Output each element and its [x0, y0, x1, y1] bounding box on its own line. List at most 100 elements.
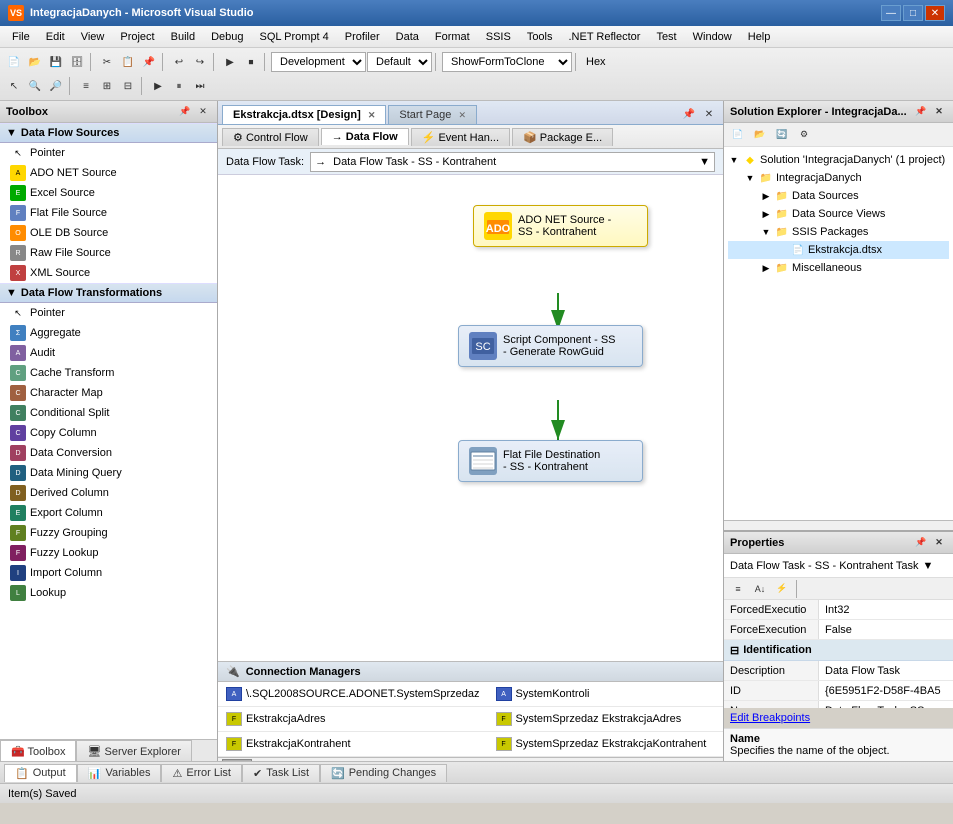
menu-edit[interactable]: Edit: [38, 29, 73, 45]
tab-event-handlers[interactable]: ⚡ Event Han...: [411, 128, 510, 146]
tab-control-flow[interactable]: ⚙ Control Flow: [222, 128, 319, 146]
maximize-button[interactable]: □: [903, 5, 923, 21]
toolbox-section-transforms[interactable]: ▼ Data Flow Transformations: [0, 283, 217, 303]
toolbox-item-datamining[interactable]: D Data Mining Query: [0, 463, 217, 483]
se-refresh-button[interactable]: 🔄: [772, 125, 792, 145]
conn-item-0[interactable]: A \.SQL2008SOURCE.ADONET.SystemSprzedaz: [218, 682, 488, 707]
horizontal-scrollbar[interactable]: [218, 757, 723, 761]
scrollbar-thumb[interactable]: [222, 759, 252, 762]
conn-item-4[interactable]: F EkstrakcjaKontrahent: [218, 732, 488, 757]
doc-tab-startpage-close[interactable]: ✕: [458, 110, 466, 120]
tree-dsviews[interactable]: ▶ 📁 Data Source Views: [728, 205, 949, 223]
toolbox-item-xml[interactable]: X XML Source: [0, 263, 217, 283]
tb-break[interactable]: ⏸: [169, 76, 189, 96]
ssis-expand[interactable]: ▼: [760, 226, 772, 238]
menu-project[interactable]: Project: [112, 29, 162, 45]
toolbox-item-oledb[interactable]: O OLE DB Source: [0, 223, 217, 243]
toolbox-section-sources[interactable]: ▼ Data Flow Sources: [0, 123, 217, 143]
tab-variables[interactable]: 📊 Variables: [77, 764, 162, 782]
tree-project[interactable]: ▼ 📁 IntegracjaDanych: [728, 169, 949, 187]
doc-tab-startpage[interactable]: Start Page ✕: [388, 105, 477, 124]
tab-data-flow[interactable]: → Data Flow: [321, 128, 409, 145]
tb-new[interactable]: 📄: [4, 52, 24, 72]
toolbox-item-ado-net[interactable]: A ADO NET Source: [0, 163, 217, 183]
prop-desc-value[interactable]: Data Flow Task: [819, 661, 953, 680]
menu-netreflector[interactable]: .NET Reflector: [561, 29, 649, 45]
tab-package-explorer[interactable]: 📦 Package E...: [512, 128, 613, 146]
toolbox-item-copycol[interactable]: C Copy Column: [0, 423, 217, 443]
minimize-button[interactable]: —: [881, 5, 901, 21]
prop-name-value[interactable]: Data Flow Task - SS: [819, 701, 953, 708]
prop-forceexec-value[interactable]: False: [819, 620, 953, 639]
doc-pin-button[interactable]: 📌: [679, 104, 699, 124]
menu-profiler[interactable]: Profiler: [337, 29, 388, 45]
tab-pending-changes[interactable]: 🔄 Pending Changes: [320, 764, 447, 782]
tb-save[interactable]: 💾: [46, 52, 66, 72]
datasources-expand[interactable]: ▶: [760, 190, 772, 202]
se-close-button[interactable]: ✕: [931, 104, 947, 120]
tb-paste[interactable]: 📌: [139, 52, 159, 72]
tree-ssis[interactable]: ▼ 📁 SSIS Packages: [728, 223, 949, 241]
server-explorer-tab[interactable]: 🖥 Server Explorer: [76, 740, 191, 761]
platform-dropdown[interactable]: Default: [367, 52, 432, 72]
props-categorized-button[interactable]: ≡: [728, 579, 748, 599]
props-close-button[interactable]: ✕: [931, 535, 947, 551]
se-properties-button[interactable]: ⚙: [794, 125, 814, 145]
toolbox-item-dataconv[interactable]: D Data Conversion: [0, 443, 217, 463]
toolbox-item-flatfile[interactable]: F Flat File Source: [0, 203, 217, 223]
toolbox-item-cache[interactable]: C Cache Transform: [0, 363, 217, 383]
tree-misc[interactable]: ▶ 📁 Miscellaneous: [728, 259, 949, 277]
solution-expand[interactable]: ▼: [728, 154, 740, 166]
toolbox-item-lookup[interactable]: L Lookup: [0, 583, 217, 603]
tb-copy[interactable]: 📋: [118, 52, 138, 72]
canvas-area[interactable]: ADO ADO NET Source -SS - Kontrahent SC: [218, 175, 723, 661]
misc-expand[interactable]: ▶: [760, 262, 772, 274]
se-btn-2[interactable]: 📂: [750, 125, 770, 145]
se-pin-button[interactable]: 📌: [913, 104, 929, 120]
menu-view[interactable]: View: [73, 29, 113, 45]
toolbox-tab[interactable]: 🧰 Toolbox: [0, 740, 76, 761]
tb-align[interactable]: ≡: [76, 76, 96, 96]
tab-task-list[interactable]: ✔ Task List: [242, 764, 320, 782]
toolbox-item-exportcol[interactable]: E Export Column: [0, 503, 217, 523]
tb-pointer[interactable]: ↖: [4, 76, 24, 96]
toolbox-item-pointer-tr[interactable]: ↖ Pointer: [0, 303, 217, 323]
toolbox-pin-button[interactable]: 📌: [177, 104, 193, 120]
tb-zoom-in[interactable]: 🔍: [25, 76, 45, 96]
menu-ssis[interactable]: SSIS: [478, 29, 519, 45]
props-events-button[interactable]: ⚡: [772, 579, 792, 599]
props-alpha-button[interactable]: A↓: [750, 579, 770, 599]
toolbox-item-excel[interactable]: E Excel Source: [0, 183, 217, 203]
node-script-comp[interactable]: SC Script Component - SS- Generate RowGu…: [458, 325, 643, 367]
menu-test[interactable]: Test: [648, 29, 684, 45]
node-ado-source[interactable]: ADO ADO NET Source -SS - Kontrahent: [473, 205, 648, 247]
node-flat-dest[interactable]: Flat File Destination- SS - Kontrahent: [458, 440, 643, 482]
toolbox-item-audit[interactable]: A Audit: [0, 343, 217, 363]
toolbox-item-importcol[interactable]: I Import Column: [0, 563, 217, 583]
project-expand[interactable]: ▼: [744, 172, 756, 184]
doc-close-button[interactable]: ✕: [699, 104, 719, 124]
toolbox-item-condsplit[interactable]: C Conditional Split: [0, 403, 217, 423]
toolbox-item-derivedcol[interactable]: D Derived Column: [0, 483, 217, 503]
dsviews-expand[interactable]: ▶: [760, 208, 772, 220]
tree-datasources[interactable]: ▶ 📁 Data Sources: [728, 187, 949, 205]
menu-data[interactable]: Data: [388, 29, 427, 45]
tb-grid[interactable]: ⊞: [97, 76, 117, 96]
toolbox-item-rawfile[interactable]: R Raw File Source: [0, 243, 217, 263]
doc-tab-design[interactable]: Ekstrakcja.dtsx [Design] ✕: [222, 105, 386, 124]
tb-cut[interactable]: ✂: [97, 52, 117, 72]
props-pin-button[interactable]: 📌: [913, 535, 929, 551]
menu-file[interactable]: File: [4, 29, 38, 45]
tab-error-list[interactable]: ⚠ Error List: [161, 764, 242, 782]
configuration-dropdown[interactable]: Development: [271, 52, 366, 72]
doc-tab-design-close[interactable]: ✕: [368, 110, 376, 120]
toolbox-item-aggregate[interactable]: Σ Aggregate: [0, 323, 217, 343]
conn-item-2[interactable]: F EkstrakcjaAdres: [218, 707, 488, 732]
flow-task-dropdown[interactable]: → Data Flow Task - SS - Kontrahent ▼: [310, 152, 715, 172]
menu-build[interactable]: Build: [163, 29, 203, 45]
se-scrollbar[interactable]: [724, 520, 953, 530]
tb-zoom-out[interactable]: 🔎: [46, 76, 66, 96]
tb-open[interactable]: 📂: [25, 52, 45, 72]
edit-breakpoints-link[interactable]: Edit Breakpoints: [724, 708, 953, 728]
toolbox-item-fuzzygroup[interactable]: F Fuzzy Grouping: [0, 523, 217, 543]
